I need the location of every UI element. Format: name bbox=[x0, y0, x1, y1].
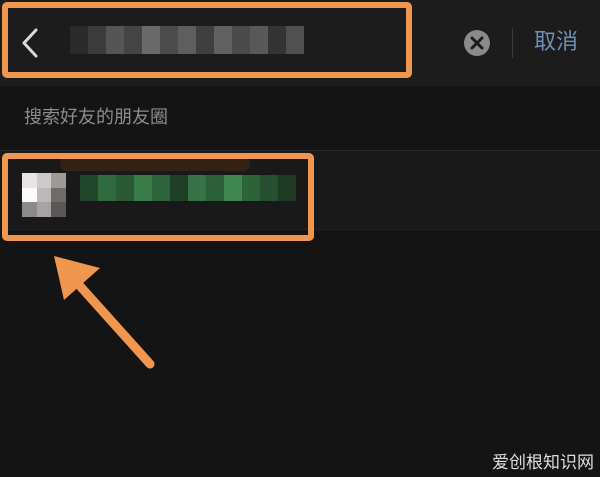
search-header: 取消 bbox=[0, 0, 600, 86]
search-result-item[interactable] bbox=[0, 151, 600, 229]
cancel-button[interactable]: 取消 bbox=[520, 26, 592, 60]
back-button[interactable] bbox=[16, 26, 44, 60]
clear-search-button[interactable] bbox=[464, 30, 490, 56]
avatar bbox=[22, 173, 66, 217]
screen: 取消 搜索好友的朋友圈 爱创根知识网 bbox=[0, 0, 600, 477]
arrow-up-left-icon bbox=[54, 256, 155, 369]
search-moments-hint: 搜索好友的朋友圈 bbox=[24, 107, 168, 128]
row-divider bbox=[0, 229, 600, 230]
obscured-search-query bbox=[70, 26, 304, 54]
chevron-left-icon bbox=[22, 28, 38, 58]
obscured-contact-name bbox=[80, 175, 296, 201]
watermark: 爱创根知识网 bbox=[492, 453, 594, 473]
search-input[interactable] bbox=[60, 22, 460, 64]
clear-circle-icon bbox=[470, 36, 484, 50]
header-divider bbox=[512, 28, 513, 58]
scribble-mark bbox=[60, 157, 250, 171]
